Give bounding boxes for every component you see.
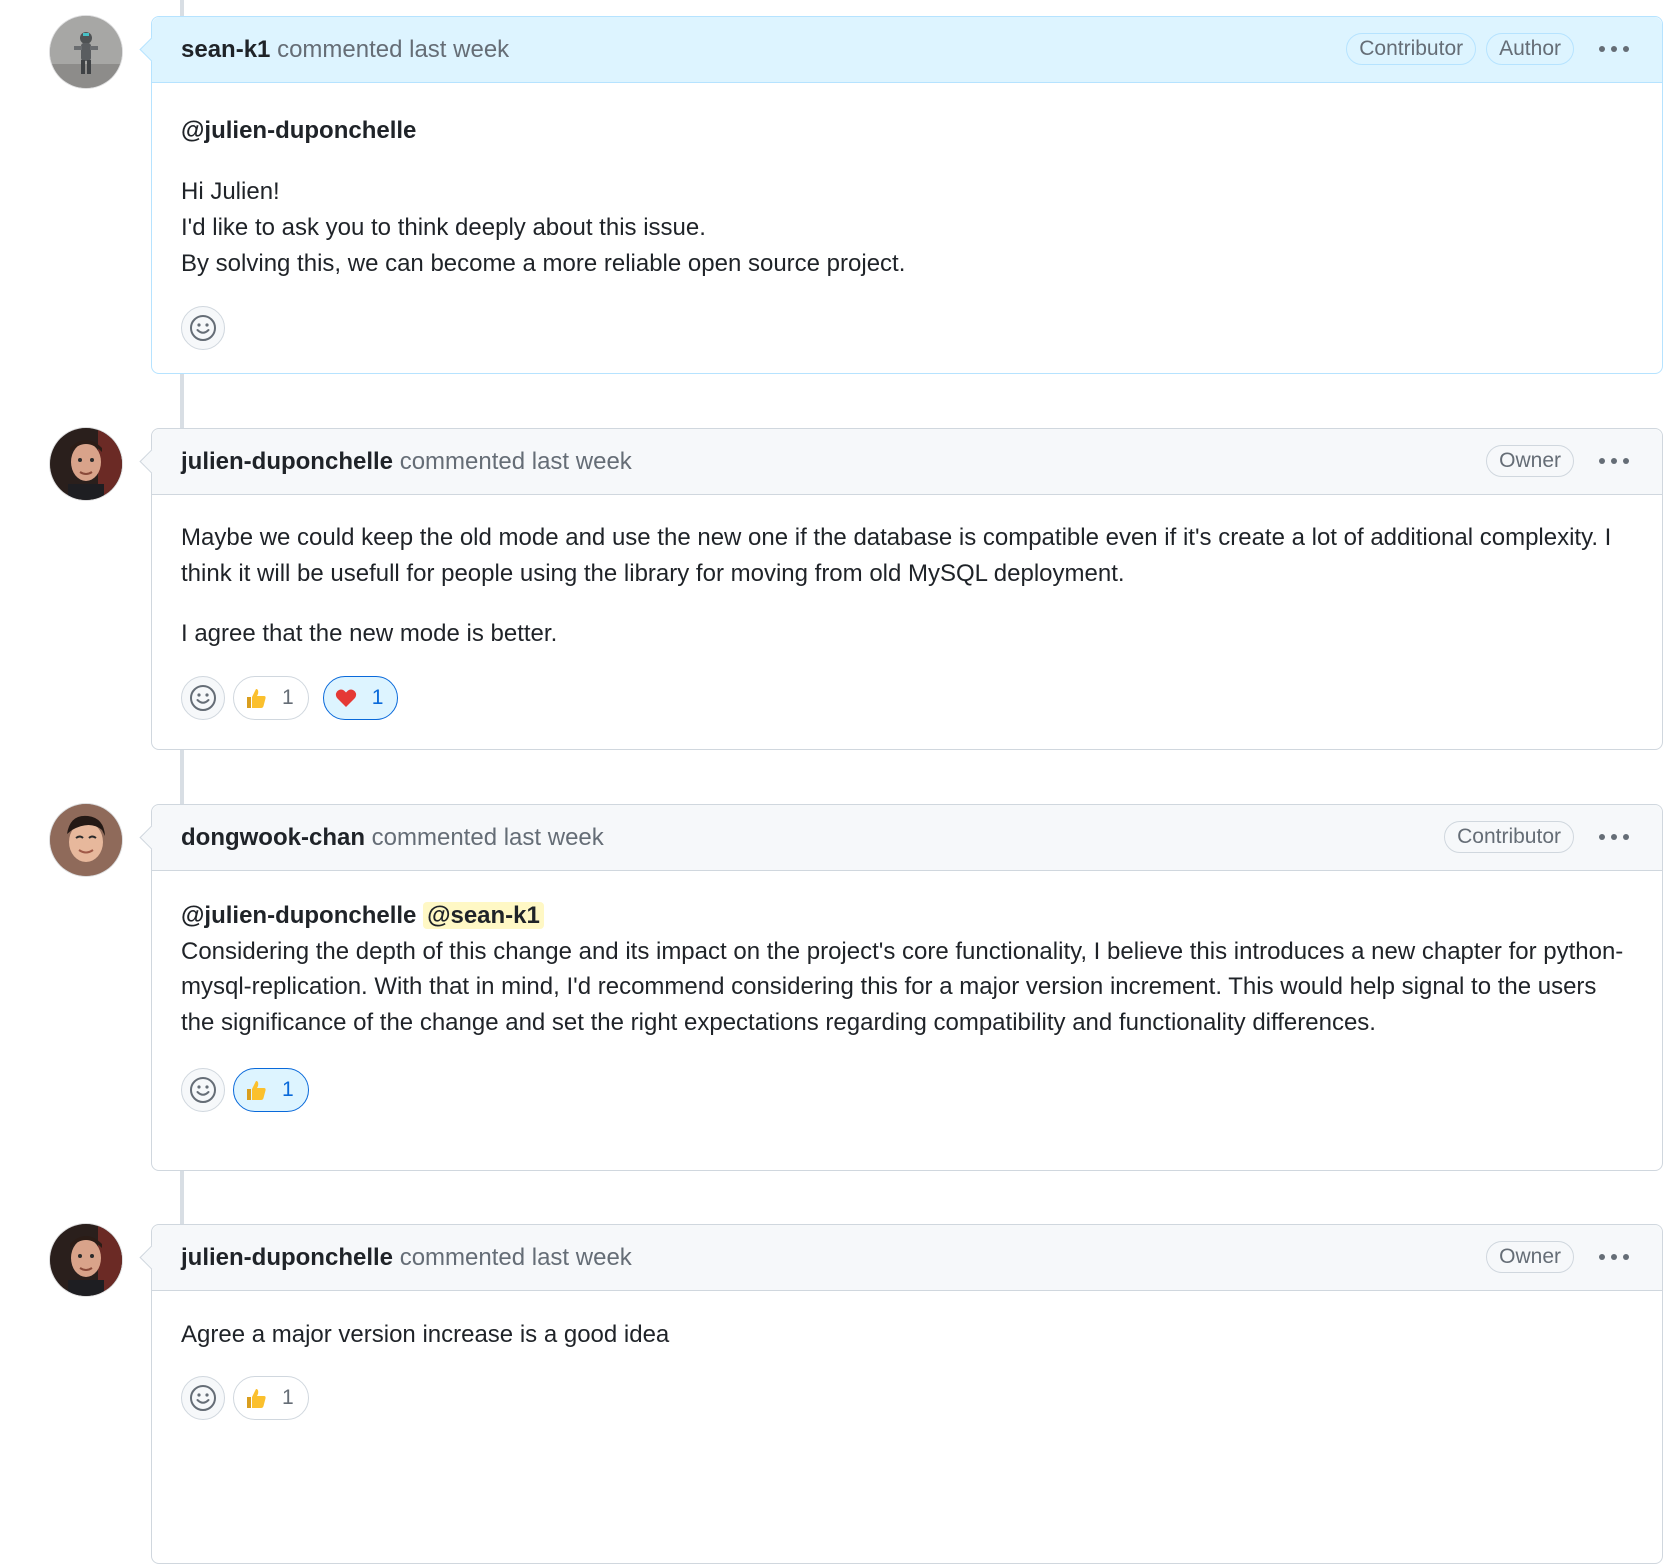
comment-paragraph: Agree a major version increase is a good… <box>181 1321 670 1348</box>
owner-badge: Owner <box>1486 1241 1574 1273</box>
contributor-badge: Contributor <box>1346 33 1477 65</box>
owner-badge: Owner <box>1486 445 1574 477</box>
comment-header: julien-duponchelle commented last week O… <box>152 1225 1662 1291</box>
kebab-horizontal-icon <box>1599 1254 1629 1260</box>
comment-box: julien-duponchelle commented last week O… <box>151 428 1663 750</box>
reactions-bar: 1 <box>152 1374 1662 1422</box>
comment-timestamp[interactable]: commented last week <box>400 448 632 475</box>
comment-body: @julien-duponchelle Hi Julien! I'd like … <box>152 83 1662 282</box>
reaction-count: 1 <box>282 686 294 709</box>
more-options-button[interactable] <box>1594 821 1634 853</box>
comment-box: dongwook-chan commented last week Contri… <box>151 804 1663 1171</box>
comment-header: sean-k1 commented last week Contributor … <box>152 17 1662 83</box>
more-options-button[interactable] <box>1594 445 1634 477</box>
comment-box: julien-duponchelle commented last week O… <box>151 1224 1663 1564</box>
smiley-icon <box>190 1385 216 1411</box>
comment-timestamp[interactable]: commented last week <box>400 1244 632 1271</box>
thumbs-up-reaction[interactable]: 1 <box>233 1068 309 1112</box>
comment-paragraph: Considering the depth of this change and… <box>181 937 1624 1036</box>
add-reaction-button[interactable] <box>181 306 225 350</box>
comment-line: I'd like to ask you to think deeply abou… <box>181 214 706 241</box>
thumbs-up-icon <box>244 1078 268 1102</box>
comment-paragraph: Maybe we could keep the old mode and use… <box>181 524 1612 587</box>
comment-box: sean-k1 commented last week Contributor … <box>151 16 1663 374</box>
heart-reaction[interactable]: 1 <box>322 676 399 720</box>
add-reaction-button[interactable] <box>181 676 225 720</box>
author-link[interactable]: dongwook-chan <box>181 824 365 851</box>
thumbs-up-reaction[interactable]: 1 <box>233 1376 309 1420</box>
mention-link[interactable]: @julien-duponchelle <box>181 902 416 929</box>
reactions-bar: 1 1 <box>152 674 1662 722</box>
heart-icon <box>334 686 358 710</box>
reaction-count: 1 <box>282 1386 294 1409</box>
comment-line: Hi Julien! <box>181 178 280 205</box>
mention-link-highlighted[interactable]: @sean-k1 <box>423 902 544 929</box>
avatar[interactable] <box>50 16 122 88</box>
reaction-count: 1 <box>371 686 384 709</box>
comment-header: dongwook-chan commented last week Contri… <box>152 805 1662 871</box>
smiley-icon <box>190 685 216 711</box>
thumbs-up-reaction[interactable]: 1 <box>233 676 309 720</box>
thumbs-up-icon <box>244 686 268 710</box>
comment-line: By solving this, we can become a more re… <box>181 250 906 277</box>
contributor-badge: Contributor <box>1444 821 1574 853</box>
avatar[interactable] <box>50 428 122 500</box>
kebab-horizontal-icon <box>1599 458 1629 464</box>
reactions-bar: 1 <box>152 1066 1662 1114</box>
smiley-icon <box>190 1077 216 1103</box>
avatar[interactable] <box>50 1224 122 1296</box>
smiley-icon <box>190 315 216 341</box>
add-reaction-button[interactable] <box>181 1376 225 1420</box>
kebab-horizontal-icon <box>1599 46 1629 52</box>
comment-timestamp[interactable]: commented last week <box>372 824 604 851</box>
comment-body: Agree a major version increase is a good… <box>152 1291 1662 1354</box>
author-link[interactable]: julien-duponchelle <box>181 448 393 475</box>
avatar[interactable] <box>50 804 122 876</box>
mention-link[interactable]: @julien-duponchelle <box>181 117 416 144</box>
more-options-button[interactable] <box>1594 1241 1634 1273</box>
author-link[interactable]: julien-duponchelle <box>181 1244 393 1271</box>
author-badge: Author <box>1486 33 1574 65</box>
comment-body: @julien-duponchelle @sean-k1 Considering… <box>152 871 1662 1040</box>
kebab-horizontal-icon <box>1599 834 1629 840</box>
reaction-count: 1 <box>282 1078 294 1101</box>
author-link[interactable]: sean-k1 <box>181 36 270 63</box>
thumbs-up-icon <box>244 1386 268 1410</box>
comment-timestamp[interactable]: commented last week <box>277 36 509 63</box>
reactions-bar <box>152 304 1662 352</box>
comment-header: julien-duponchelle commented last week O… <box>152 429 1662 495</box>
more-options-button[interactable] <box>1594 33 1634 65</box>
add-reaction-button[interactable] <box>181 1068 225 1112</box>
comment-body: Maybe we could keep the old mode and use… <box>152 495 1662 652</box>
comment-paragraph: I agree that the new mode is better. <box>181 620 558 647</box>
